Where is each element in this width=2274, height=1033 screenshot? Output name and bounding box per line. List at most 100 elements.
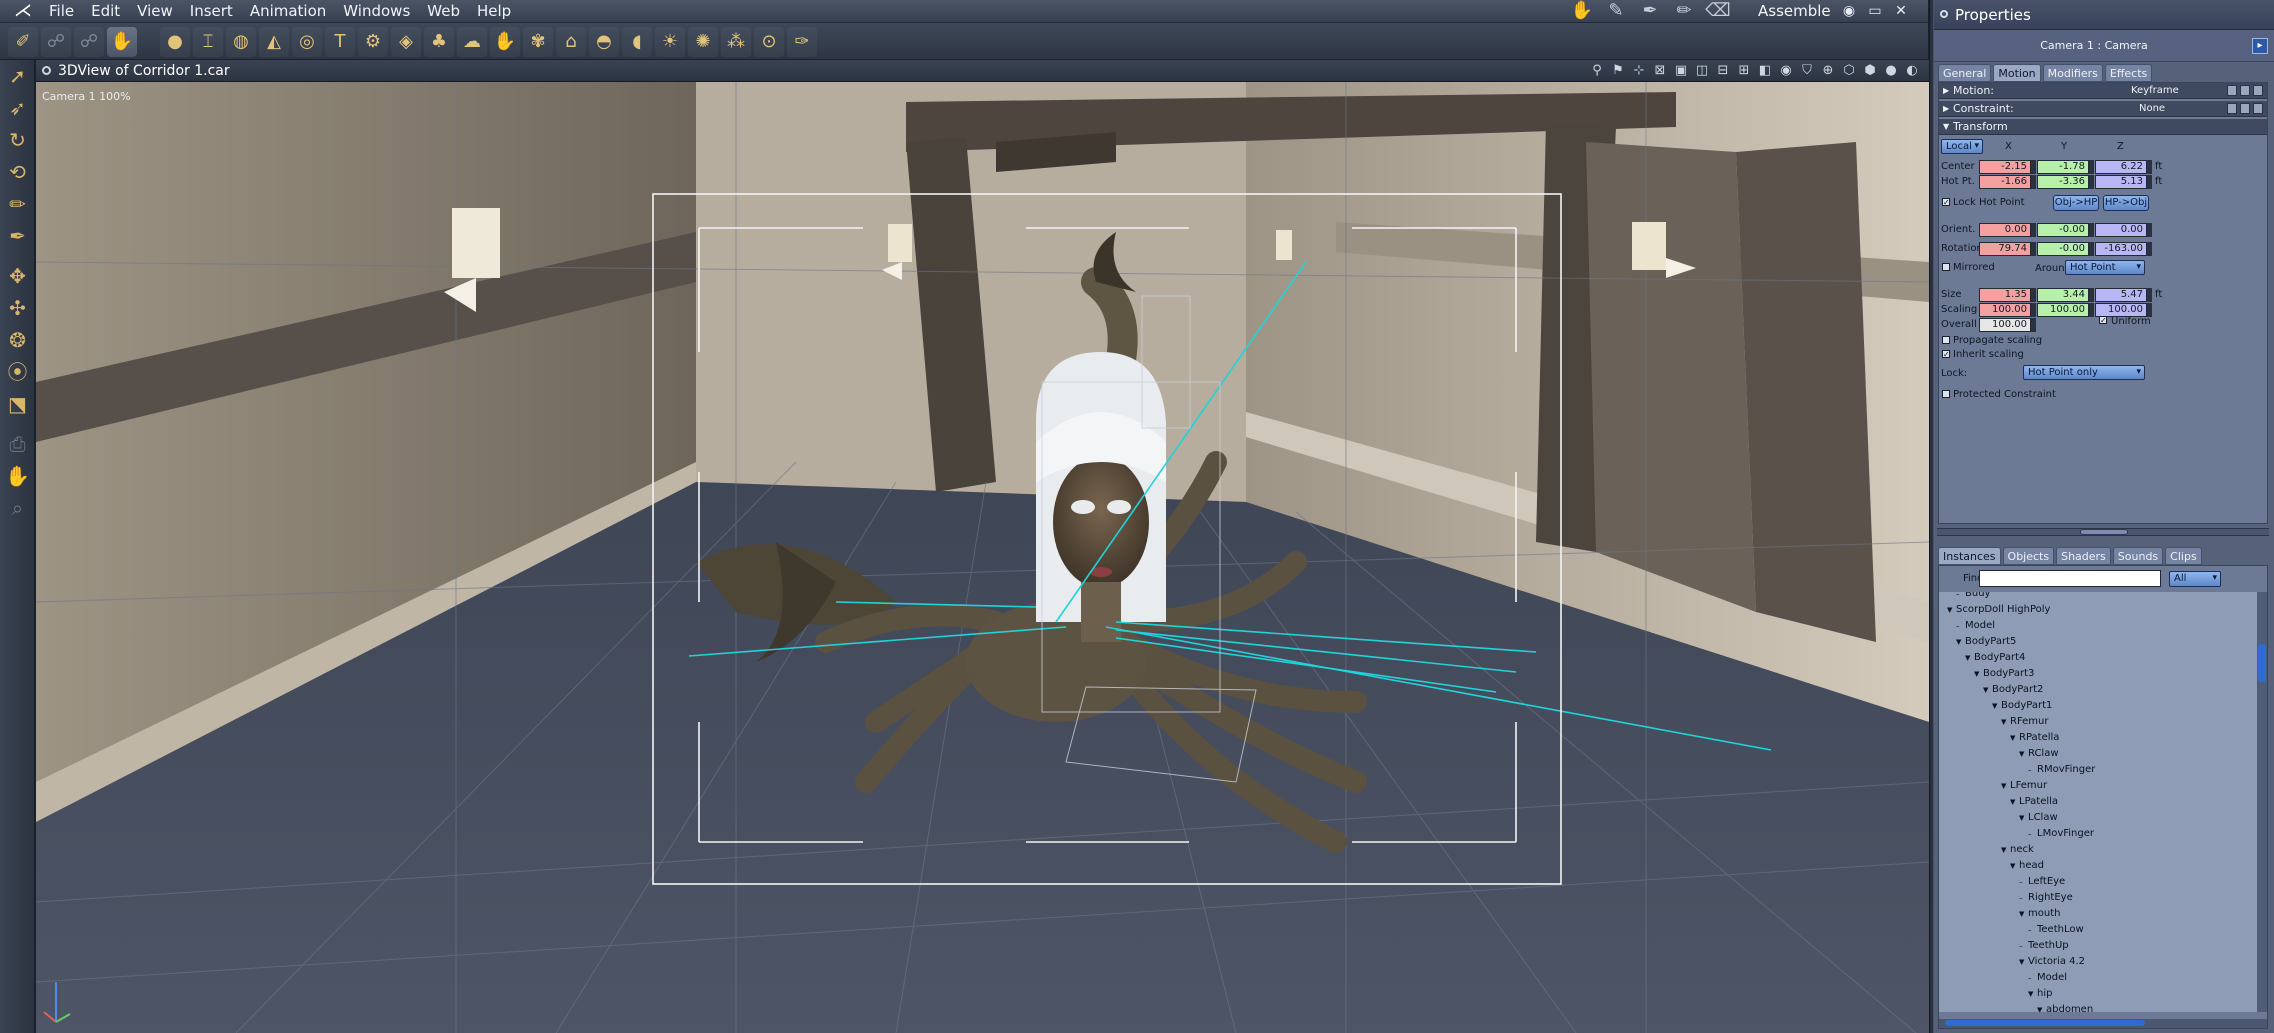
scroll-thumb[interactable] — [2258, 644, 2266, 682]
lock-hot-point-checkbox[interactable]: ✓ — [1942, 198, 1950, 207]
arrow-alt-tool-icon[interactable]: ➶ — [0, 92, 35, 124]
tree-item[interactable]: ▼ BodyPart1 — [1992, 700, 2052, 711]
expand-triangle-icon[interactable]: ▼ — [1983, 685, 1992, 696]
link-icon[interactable] — [2227, 103, 2237, 114]
expand-triangle-icon[interactable]: ▼ — [2037, 1005, 2046, 1012]
expand-triangle-icon[interactable]: ▼ — [2010, 797, 2019, 808]
hand-icon[interactable]: ✋ — [490, 27, 520, 57]
hotpt-y-field[interactable]: -3.36 — [2037, 175, 2089, 189]
around-select[interactable]: Hot Point — [2065, 260, 2145, 275]
motion-row[interactable]: ▶ Motion: Keyframe — [1939, 83, 2267, 99]
rotate-tool-icon[interactable]: ↻ — [0, 124, 35, 156]
plane-icon[interactable]: ◈ — [391, 27, 421, 57]
menu-help[interactable]: Help — [474, 0, 525, 23]
copy-icon[interactable] — [2240, 103, 2250, 114]
tree-item[interactable]: – RMovFinger — [2028, 764, 2095, 775]
expand-triangle-icon[interactable]: ▼ — [2019, 749, 2028, 760]
pin-icon[interactable]: ⚑ — [1609, 62, 1627, 80]
gear-icon[interactable]: ⚙ — [358, 27, 388, 57]
scaling-x-spinner[interactable] — [2031, 303, 2036, 317]
close-icon[interactable]: ✕ — [1890, 0, 1912, 22]
expand-triangle-icon[interactable]: ▼ — [1965, 653, 1974, 664]
menu-web[interactable]: Web — [424, 0, 474, 23]
expand-triangle-icon[interactable]: ▼ — [1974, 669, 1983, 680]
center-x-field[interactable]: -2.15 — [1979, 160, 2031, 174]
tree-item[interactable]: ▼ abdomen — [2037, 1004, 2093, 1012]
scroll-thumb[interactable] — [1945, 1020, 2145, 1026]
orient-x-field[interactable]: 0.00 — [1979, 223, 2031, 237]
3d-viewport[interactable]: Camera 1 100% — [36, 82, 1929, 1033]
expand-triangle-icon[interactable]: ▼ — [2001, 781, 2010, 792]
rotation-y-spinner[interactable] — [2089, 242, 2094, 256]
pan-hand-tool-icon[interactable]: ✋ — [0, 460, 35, 492]
menu-windows[interactable]: Windows — [340, 0, 424, 23]
hotpt-x-spinner[interactable] — [2031, 175, 2036, 189]
rotation-x-spinner[interactable] — [2031, 242, 2036, 256]
protected-constraint-checkbox[interactable] — [1942, 390, 1950, 398]
egg-icon[interactable]: ◖ — [622, 27, 652, 57]
app-logo-icon[interactable]: ⋌ — [14, 2, 34, 20]
move-xy-tool-icon[interactable]: ✣ — [0, 292, 35, 324]
camera-tool-icon[interactable]: ⎙ — [0, 428, 35, 460]
orient-z-spinner[interactable] — [2147, 223, 2152, 237]
key-icon[interactable] — [2227, 85, 2237, 96]
tree-item[interactable]: – TeethLow — [2028, 924, 2084, 935]
pen-brush-icon[interactable]: ✒ — [1636, 1, 1664, 21]
tree-item[interactable]: – RightEye — [2019, 892, 2073, 903]
propagate-scaling-checkbox[interactable] — [1942, 336, 1950, 344]
expand-triangle-icon[interactable]: ▼ — [2028, 989, 2037, 1000]
space-select[interactable]: Local — [1941, 139, 1983, 154]
instance-tree[interactable]: – Buuy ▼ ScorpDoll HighPoly – Model ▼ BodyPart5… — [1939, 592, 2257, 1012]
cloud-icon[interactable]: ☁ — [457, 27, 487, 57]
hotpt-y-spinner[interactable] — [2089, 175, 2094, 189]
size-x-field[interactable]: 1.35 — [1979, 288, 2031, 302]
tree-item[interactable]: ▼ ScorpDoll HighPoly — [1947, 604, 2050, 615]
viewport-options-icon[interactable] — [42, 66, 51, 75]
panel-splitter[interactable] — [1937, 528, 2269, 536]
split-vertical-icon[interactable]: ◫ — [1693, 62, 1711, 80]
hotpt-z-field[interactable]: 5.13 — [2095, 175, 2147, 189]
center-z-spinner[interactable] — [2147, 160, 2152, 174]
copy-icon[interactable] — [2240, 85, 2250, 96]
tab-clips[interactable]: Clips — [2165, 547, 2202, 565]
bug-icon[interactable]: ✺ — [688, 27, 718, 57]
size-z-spinner[interactable] — [2147, 288, 2152, 302]
size-y-field[interactable]: 3.44 — [2037, 288, 2089, 302]
expand-triangle-icon[interactable]: ▼ — [2001, 845, 2010, 856]
hotpt-x-field[interactable]: -1.66 — [1979, 175, 2031, 189]
tree-horizontal-scrollbar[interactable] — [1939, 1019, 2267, 1028]
pencil-tool-icon[interactable]: ✏ — [0, 188, 35, 220]
torus-primitive-icon[interactable]: ◍ — [226, 27, 256, 57]
scaling-y-spinner[interactable] — [2089, 303, 2094, 317]
tab-motion[interactable]: Motion — [1993, 64, 2041, 82]
center-x-spinner[interactable] — [2031, 160, 2036, 174]
wrench-icon[interactable]: ✑ — [787, 27, 817, 57]
box-icon[interactable]: ⬡ — [1840, 62, 1858, 80]
maximize-icon[interactable]: ▭ — [1864, 0, 1886, 22]
fit-icon[interactable]: ⊠ — [1651, 62, 1669, 80]
uniform-checkbox[interactable]: ✓ — [2099, 316, 2107, 325]
panel-expand-icon[interactable]: ▸ — [2252, 38, 2268, 54]
render-cube-icon[interactable]: ◧ — [1756, 62, 1774, 80]
menu-view[interactable]: View — [134, 0, 187, 23]
tab-general[interactable]: General — [1938, 64, 1992, 82]
tree-item[interactable]: ▼ RFemur — [2001, 716, 2049, 727]
scaling-y-field[interactable]: 100.00 — [2037, 303, 2089, 317]
smudge-brush-icon[interactable]: ✎ — [1602, 1, 1630, 21]
lock-select[interactable]: Hot Point only — [2023, 365, 2145, 380]
tree-icon[interactable]: ♣ — [424, 27, 454, 57]
tree-item[interactable]: ▼ BodyPart4 — [1965, 652, 2025, 663]
tree-item[interactable]: ▼ hip — [2028, 988, 2052, 999]
center-y-spinner[interactable] — [2089, 160, 2094, 174]
transform-row[interactable]: ▼ Transform — [1939, 119, 2267, 135]
rotation-y-field[interactable]: -0.00 — [2037, 242, 2089, 256]
render-mode-icon[interactable]: ◉ — [1777, 62, 1795, 80]
tree-item[interactable]: ▼ LClaw — [2019, 812, 2058, 823]
tree-item[interactable]: ▼ neck — [2001, 844, 2034, 855]
tree-item[interactable]: – Model — [2028, 972, 2067, 983]
menu-insert[interactable]: Insert — [187, 0, 247, 23]
ik-tool-icon[interactable]: ☍ — [74, 27, 104, 57]
lock-icon[interactable]: ⚲ — [1588, 62, 1606, 80]
cone-primitive-icon[interactable]: ◭ — [259, 27, 289, 57]
find-input[interactable] — [1979, 570, 2161, 587]
